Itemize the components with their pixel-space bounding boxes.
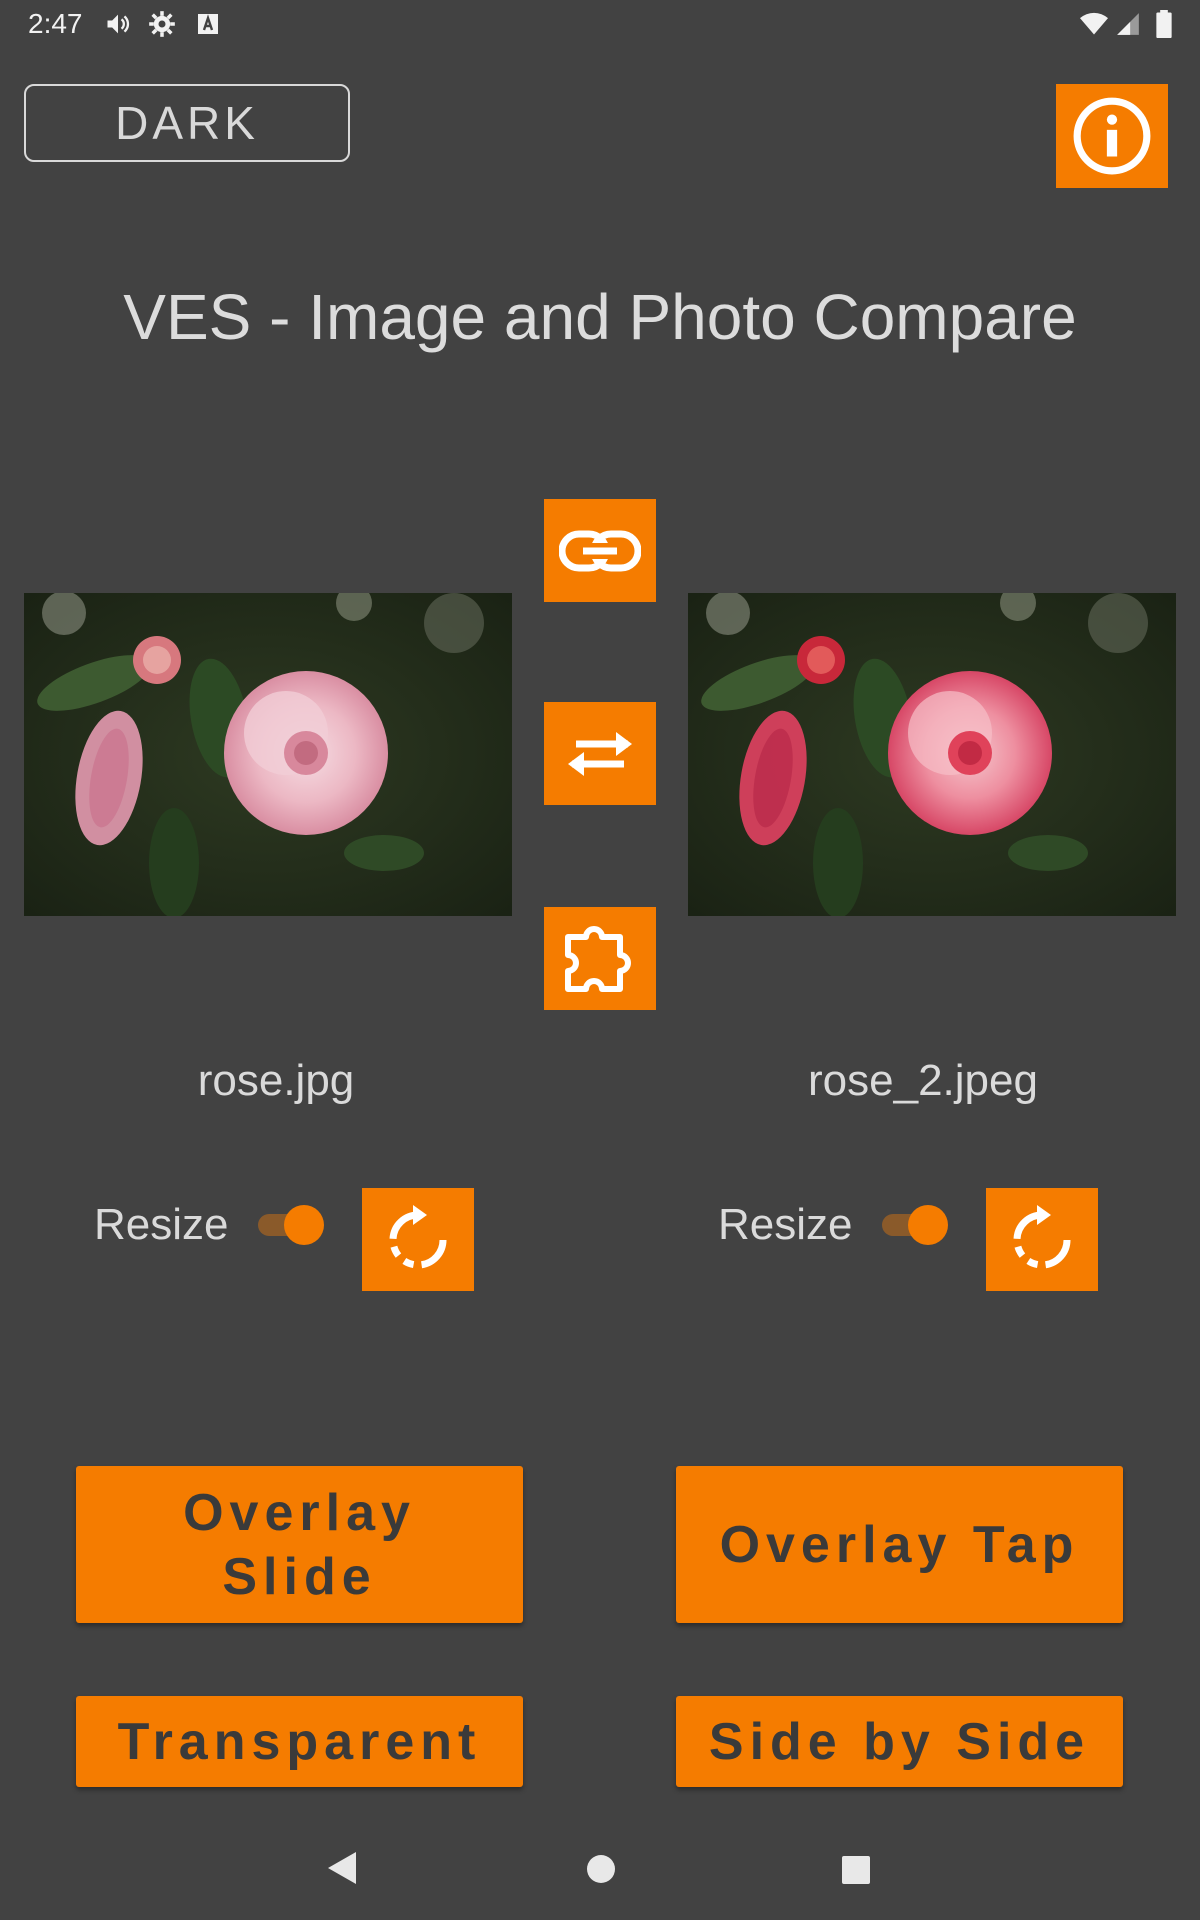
puzzle-button[interactable] bbox=[544, 907, 656, 1010]
rotate-icon bbox=[1013, 1204, 1071, 1268]
info-icon bbox=[1073, 97, 1151, 175]
swap-button[interactable] bbox=[544, 702, 656, 805]
info-button[interactable] bbox=[1056, 84, 1168, 188]
home-icon[interactable] bbox=[586, 1854, 616, 1889]
settings-icon bbox=[148, 10, 176, 38]
rotate-icon bbox=[389, 1204, 447, 1268]
resize-toggle-left[interactable] bbox=[258, 1203, 328, 1247]
image-left[interactable] bbox=[24, 593, 512, 916]
resize-label-right: Resize bbox=[718, 1200, 853, 1249]
overlay-slide-button[interactable]: Overlay Slide bbox=[76, 1466, 523, 1623]
link-button[interactable] bbox=[544, 499, 656, 602]
puzzle-icon bbox=[565, 925, 631, 992]
side-by-side-button[interactable]: Side by Side bbox=[676, 1696, 1123, 1787]
back-icon[interactable] bbox=[326, 1850, 358, 1891]
resize-label-left: Resize bbox=[94, 1200, 229, 1249]
transparent-button[interactable]: Transparent bbox=[76, 1696, 523, 1787]
recents-icon[interactable] bbox=[842, 1856, 870, 1889]
wifi-icon bbox=[1080, 10, 1108, 38]
overlay-tap-button[interactable]: Overlay Tap bbox=[676, 1466, 1123, 1623]
filename-right: rose_2.jpeg bbox=[808, 1056, 1038, 1105]
app-title: VES - Image and Photo Compare bbox=[123, 281, 1077, 353]
swap-icon bbox=[568, 731, 632, 776]
signal-icon bbox=[1114, 10, 1142, 38]
rotate-button-right[interactable] bbox=[986, 1188, 1098, 1291]
rotate-button-left[interactable] bbox=[362, 1188, 474, 1291]
battery-icon bbox=[1150, 10, 1178, 38]
theme-toggle-button[interactable]: DARK bbox=[24, 84, 350, 162]
image-right[interactable] bbox=[688, 593, 1176, 916]
resize-toggle-right[interactable] bbox=[882, 1203, 952, 1247]
status-time: 2:47 bbox=[28, 8, 83, 39]
link-icon bbox=[559, 530, 641, 571]
filename-left: rose.jpg bbox=[197, 1056, 355, 1105]
font-icon bbox=[194, 10, 222, 38]
volume-icon bbox=[104, 10, 132, 38]
